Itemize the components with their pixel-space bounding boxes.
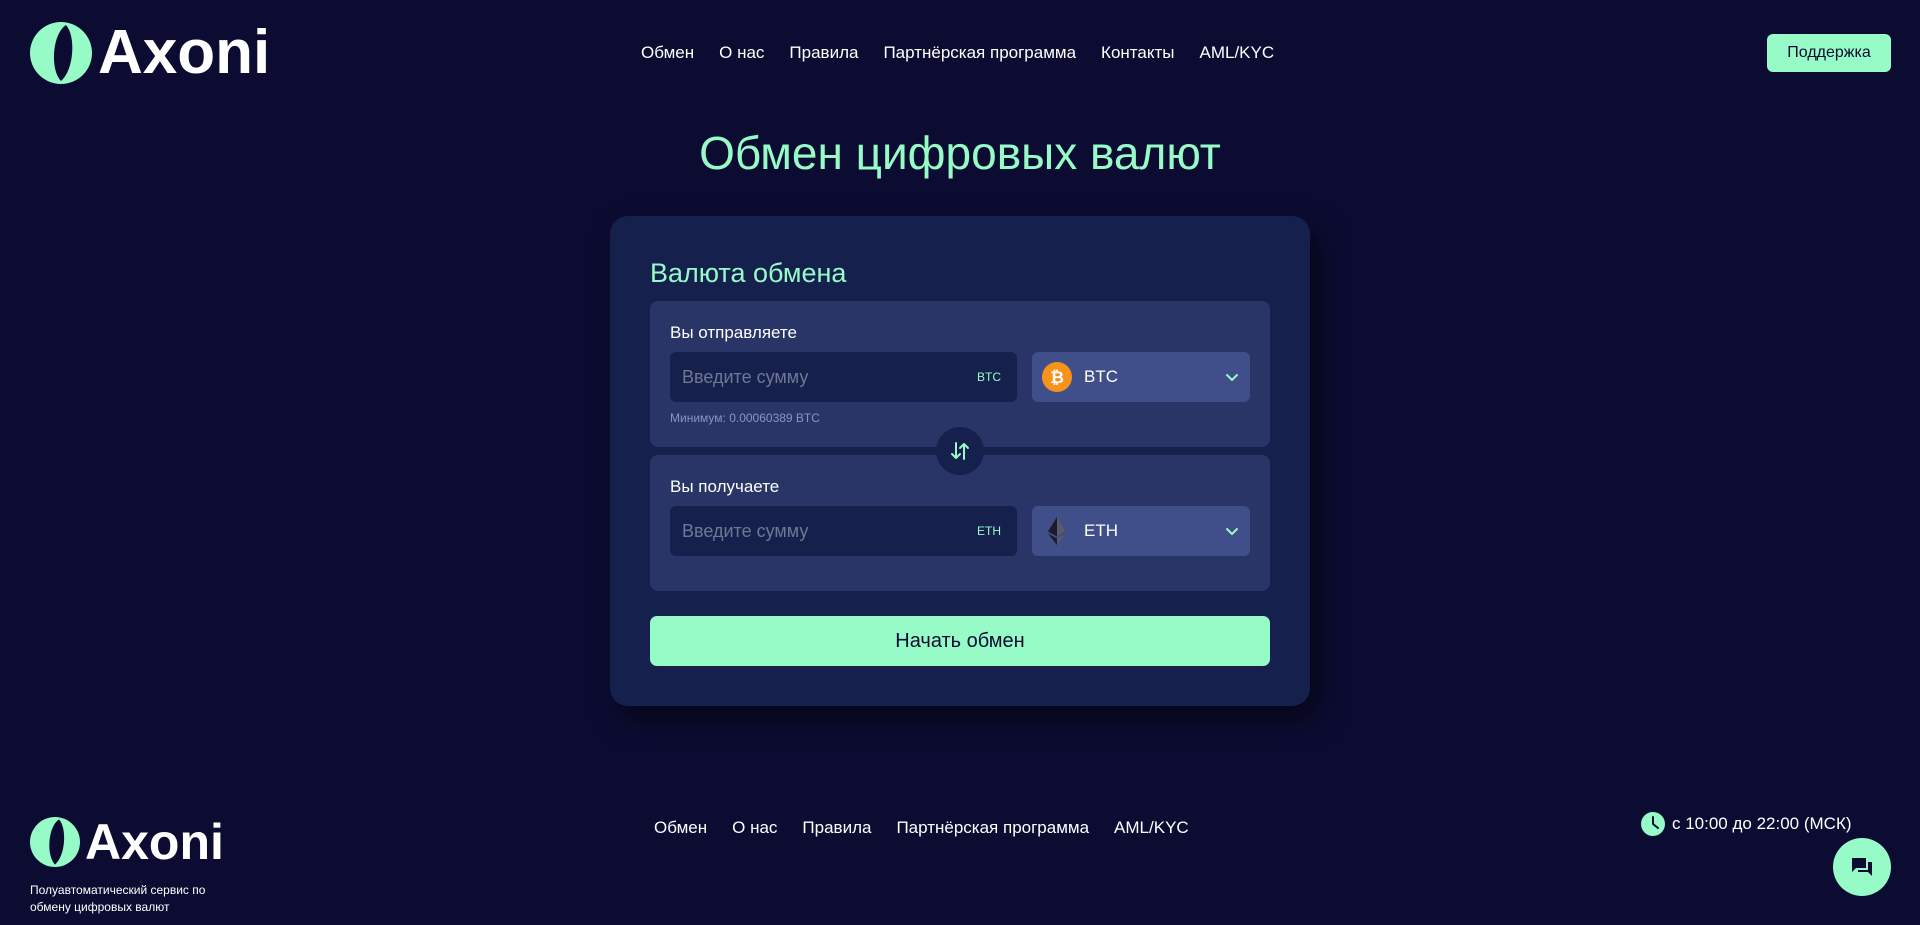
- send-currency-label: BTC: [1084, 367, 1118, 386]
- card-title: Валюта обмена: [650, 258, 847, 288]
- receive-currency-select[interactable]: ETH: [1032, 506, 1250, 556]
- start-exchange-button[interactable]: Начать обмен: [650, 616, 1270, 666]
- send-unit: BTC: [977, 370, 1001, 384]
- footer-nav-partner[interactable]: Партнёрская программа: [896, 818, 1089, 838]
- send-min-note: Минимум: 0.00060389 BTC: [670, 411, 820, 425]
- support-button[interactable]: Поддержка: [1767, 34, 1891, 72]
- axoni-logo-icon: [30, 817, 80, 867]
- send-amount-box: BTC: [670, 352, 1017, 402]
- svg-text:₿: ₿: [1050, 368, 1064, 388]
- page-title: Обмен цифровых валют: [699, 127, 1221, 179]
- chevron-down-icon: [1226, 374, 1238, 381]
- bitcoin-icon: ₿: [1042, 362, 1072, 392]
- send-amount-input[interactable]: [670, 352, 960, 402]
- header-nav-contacts[interactable]: Контакты: [1101, 43, 1174, 63]
- send-currency-select[interactable]: ₿ BTC: [1032, 352, 1250, 402]
- receive-currency-label: ETH: [1084, 521, 1118, 540]
- header-logo[interactable]: Axoni: [30, 22, 270, 84]
- swap-button[interactable]: [936, 427, 984, 475]
- swap-arrows-icon: [951, 442, 969, 460]
- clock-icon: [1641, 812, 1665, 836]
- working-hours-text: с 10:00 до 22:00 (МСК): [1672, 814, 1852, 833]
- send-panel: Вы отправляете BTC Минимум: 0.00060389 B…: [650, 301, 1270, 447]
- header-nav-aml-kyc[interactable]: AML/KYC: [1199, 43, 1274, 63]
- ethereum-icon: [1048, 517, 1066, 545]
- chevron-down-icon: [1226, 528, 1238, 535]
- send-label: Вы отправляете: [670, 323, 797, 342]
- footer-tagline: Полуавтоматический сервис по обмену цифр…: [30, 883, 206, 914]
- receive-amount-input[interactable]: [670, 506, 960, 556]
- footer-nav-exchange[interactable]: Обмен: [654, 818, 707, 838]
- footer-logo[interactable]: Axoni: [30, 817, 224, 867]
- header: Axoni Обмен О нас Правила Партнёрская пр…: [0, 0, 1920, 110]
- footer-nav: Обмен О нас Правила Партнёрская программ…: [654, 818, 1189, 838]
- receive-panel: Вы получаете ETH ETH: [650, 455, 1270, 591]
- footer-nav-rules[interactable]: Правила: [802, 818, 871, 838]
- axoni-logo-icon: [30, 22, 92, 84]
- page: Axoni Обмен О нас Правила Партнёрская пр…: [0, 0, 1920, 925]
- footer-logo-text: Axoni: [85, 814, 224, 870]
- chat-button[interactable]: [1833, 838, 1891, 896]
- working-hours: с 10:00 до 22:00 (МСК): [1640, 811, 1852, 837]
- exchange-card: Валюта обмена Вы отправляете BTC Минимум…: [610, 216, 1310, 706]
- header-nav-partner[interactable]: Партнёрская программа: [883, 43, 1076, 63]
- receive-amount-box: ETH: [670, 506, 1017, 556]
- header-nav-rules[interactable]: Правила: [789, 43, 858, 63]
- header-nav-exchange[interactable]: Обмен: [641, 43, 694, 63]
- header-nav-about[interactable]: О нас: [719, 43, 764, 63]
- receive-label: Вы получаете: [670, 477, 780, 496]
- receive-unit: ETH: [977, 524, 1001, 538]
- header-logo-text: Axoni: [98, 18, 271, 87]
- footer-nav-about[interactable]: О нас: [732, 818, 777, 838]
- footer-nav-aml-kyc[interactable]: AML/KYC: [1114, 818, 1189, 838]
- chat-icon: [1852, 858, 1872, 876]
- header-nav: Обмен О нас Правила Партнёрская программ…: [641, 43, 1274, 63]
